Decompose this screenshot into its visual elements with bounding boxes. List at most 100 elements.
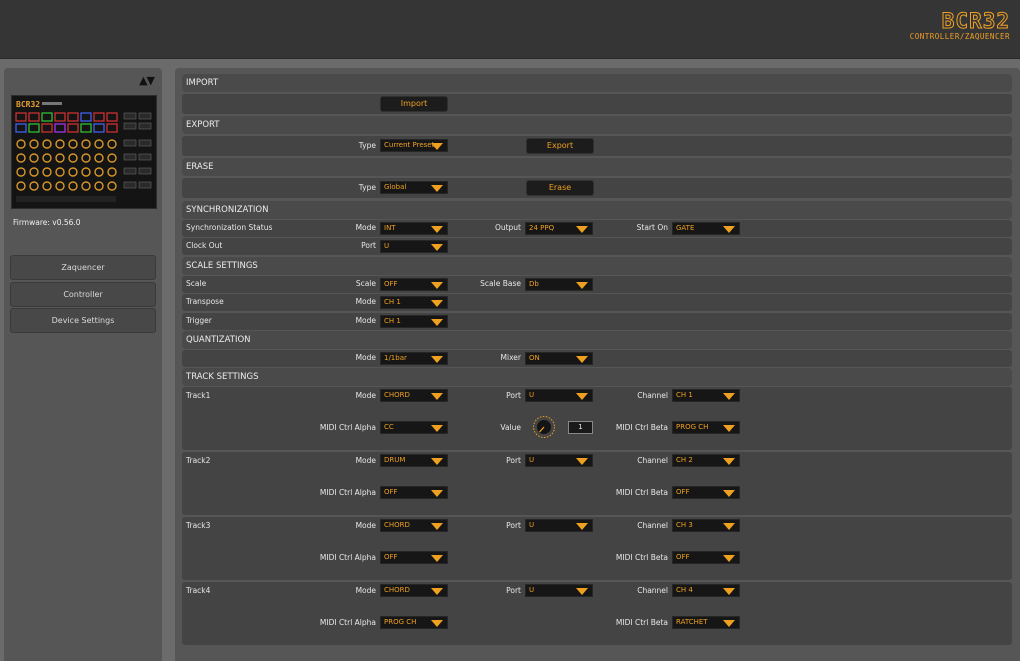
- track4-mode-select[interactable]: CHORD: [380, 584, 448, 597]
- trigger-mode-select[interactable]: CH 1: [380, 315, 448, 328]
- sync-mode-label: Mode: [355, 223, 376, 232]
- scale-row: Scale Scale OFF Scale Base Db: [182, 276, 1012, 293]
- track-row-3: Track3 Mode CHORD Port U Channel CH 3 MI…: [182, 517, 1012, 580]
- sidebar-item-zaquencer[interactable]: Zaquencer: [10, 255, 156, 280]
- track1-port-select[interactable]: U: [525, 389, 593, 402]
- arrow-down-icon[interactable]: ▼: [147, 74, 156, 87]
- track2-alpha-select[interactable]: OFF: [380, 486, 448, 499]
- transpose-mode-select[interactable]: CH 1: [380, 296, 448, 309]
- track-port-label: Port: [506, 586, 521, 595]
- track-mode-label: Mode: [355, 586, 376, 595]
- clock-port-select[interactable]: U: [380, 240, 448, 253]
- section-export: EXPORT: [182, 116, 1012, 134]
- track3-alpha-select[interactable]: OFF: [380, 551, 448, 564]
- track1-mode-select[interactable]: CHORD: [380, 389, 448, 402]
- track4-channel-select[interactable]: CH 4: [672, 584, 740, 597]
- device-illustration: BCR32: [12, 96, 156, 208]
- scale-select[interactable]: OFF: [380, 278, 448, 291]
- track2-mode-select[interactable]: DRUM: [380, 454, 448, 467]
- section-scale-settings: SCALE SETTINGS: [182, 257, 1012, 275]
- track4-beta-select[interactable]: RATCHET: [672, 616, 740, 629]
- track-alpha-label: MIDI Ctrl Alpha: [319, 553, 376, 562]
- track-alpha-label: MIDI Ctrl Alpha: [319, 488, 376, 497]
- scale-row-label: Scale: [186, 279, 207, 288]
- track-name: Track1: [186, 391, 211, 400]
- track-beta-label: MIDI Ctrl Beta: [615, 423, 668, 432]
- track-row-4: Track4 Mode CHORD Port U Channel CH 4 MI…: [182, 582, 1012, 645]
- track-mode-label: Mode: [355, 456, 376, 465]
- track-name: Track4: [186, 586, 211, 595]
- export-type-label: Type: [358, 141, 376, 150]
- quantization-row: Mode 1/1bar Mixer ON: [182, 350, 1012, 367]
- track-name: Track2: [186, 456, 211, 465]
- erase-button[interactable]: Erase: [526, 180, 594, 196]
- track-mode-label: Mode: [355, 521, 376, 530]
- quant-mixer-label: Mixer: [500, 353, 521, 362]
- track-port-label: Port: [506, 456, 521, 465]
- sync-start-label: Start On: [636, 223, 668, 232]
- erase-row: Type Global Erase: [182, 178, 1012, 198]
- value-number-field[interactable]: 1: [568, 421, 593, 434]
- sidebar-item-controller[interactable]: Controller: [10, 282, 156, 307]
- sync-output-select[interactable]: 24 PPQ: [525, 222, 593, 235]
- quant-mixer-select[interactable]: ON: [525, 352, 593, 365]
- track-mode-label: Mode: [355, 391, 376, 400]
- export-button[interactable]: Export: [526, 138, 594, 154]
- section-import: IMPORT: [182, 74, 1012, 92]
- preset-arrows: ▲▼: [139, 74, 156, 87]
- track1-alpha-select[interactable]: CC: [380, 421, 448, 434]
- erase-type-select[interactable]: Global: [380, 181, 448, 194]
- brand-logo: BCR32 CONTROLLER/ZAQUENCER: [910, 9, 1010, 42]
- track3-beta-select[interactable]: OFF: [672, 551, 740, 564]
- sidebar-item-device-settings[interactable]: Device Settings: [10, 308, 156, 333]
- quant-mode-label: Mode: [355, 353, 376, 362]
- sidebar: ▲▼ BCR32 Firmware: v0.56.0 Zaquencer Con…: [4, 68, 162, 661]
- track3-channel-select[interactable]: CH 3: [672, 519, 740, 532]
- top-bar: BCR32 CONTROLLER/ZAQUENCER: [0, 0, 1020, 59]
- track-channel-label: Channel: [637, 521, 668, 530]
- quant-mode-select[interactable]: 1/1bar: [380, 352, 448, 365]
- track-beta-label: MIDI Ctrl Beta: [615, 488, 668, 497]
- track4-alpha-select[interactable]: PROG CH: [380, 616, 448, 629]
- arrow-up-icon[interactable]: ▲: [139, 74, 148, 87]
- section-quantization: QUANTIZATION: [182, 331, 1012, 349]
- import-button[interactable]: Import: [380, 96, 448, 112]
- logo-main-text: BCR32: [941, 9, 1010, 33]
- settings-panel: IMPORT Import EXPORT Type Current Preset…: [175, 68, 1020, 661]
- track-row-2: Track2 Mode DRUM Port U Channel CH 2 MID…: [182, 452, 1012, 515]
- track2-port-select[interactable]: U: [525, 454, 593, 467]
- track2-beta-select[interactable]: OFF: [672, 486, 740, 499]
- track4-port-select[interactable]: U: [525, 584, 593, 597]
- track3-port-select[interactable]: U: [525, 519, 593, 532]
- track-beta-label: MIDI Ctrl Beta: [615, 618, 668, 627]
- section-synchronization: SYNCHRONIZATION: [182, 201, 1012, 219]
- sync-start-select[interactable]: GATE: [672, 222, 740, 235]
- track2-channel-select[interactable]: CH 2: [672, 454, 740, 467]
- track-port-label: Port: [506, 391, 521, 400]
- export-row: Type Current Preset Export: [182, 136, 1012, 156]
- track1-channel-select[interactable]: CH 1: [672, 389, 740, 402]
- section-track-settings: TRACK SETTINGS: [182, 368, 1012, 386]
- device-image: BCR32: [11, 95, 157, 209]
- transpose-row: Transpose Mode CH 1: [182, 294, 1012, 311]
- sync-mode-select[interactable]: INT: [380, 222, 448, 235]
- transpose-label: Transpose: [186, 297, 224, 306]
- track-port-label: Port: [506, 521, 521, 530]
- track-row-1: Track1 Mode CHORD Port U Channel CH 1 MI…: [182, 387, 1012, 450]
- clock-out-label: Clock Out: [186, 241, 223, 250]
- track-beta-label: MIDI Ctrl Beta: [615, 553, 668, 562]
- scale-base-label: Scale Base: [480, 279, 521, 288]
- track-name: Track3: [186, 521, 211, 530]
- firmware-version: Firmware: v0.56.0: [13, 218, 81, 227]
- track-value-label: Value: [500, 423, 521, 432]
- value-knob-icon[interactable]: [532, 415, 556, 439]
- sync-status-label: Synchronization Status: [186, 223, 273, 232]
- track3-mode-select[interactable]: CHORD: [380, 519, 448, 532]
- transpose-mode-label: Mode: [355, 297, 376, 306]
- track-alpha-label: MIDI Ctrl Alpha: [319, 618, 376, 627]
- scale-base-select[interactable]: Db: [525, 278, 593, 291]
- export-type-select[interactable]: Current Preset: [380, 139, 448, 152]
- trigger-row: Trigger Mode CH 1: [182, 313, 1012, 330]
- track1-beta-select[interactable]: PROG CH: [672, 421, 740, 434]
- section-erase: ERASE: [182, 158, 1012, 176]
